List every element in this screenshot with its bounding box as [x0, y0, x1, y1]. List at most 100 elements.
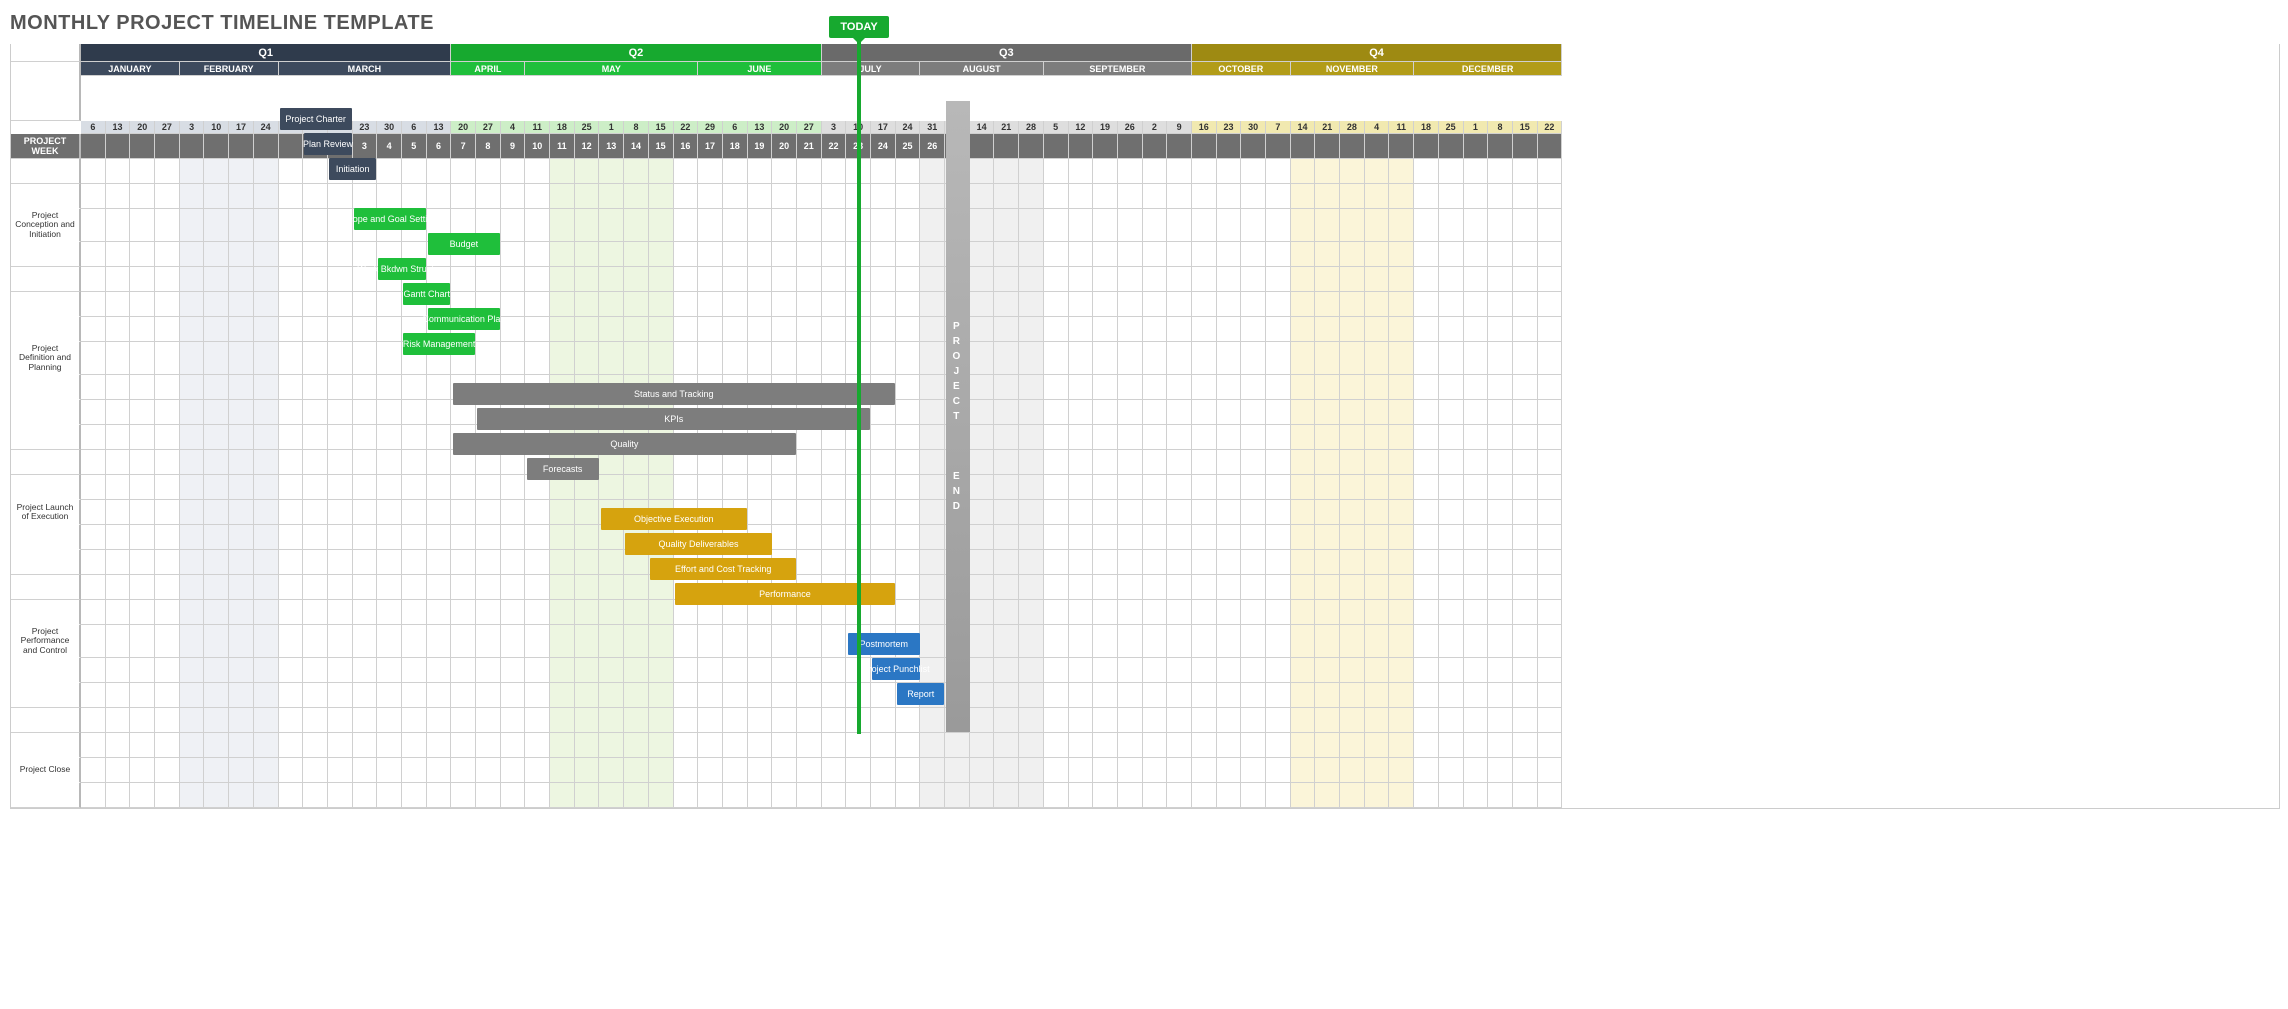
grid-cell — [1044, 758, 1069, 783]
grid-cell — [1340, 242, 1365, 267]
gantt-bar[interactable]: Quality Deliverables — [625, 533, 771, 555]
grid-cell — [1266, 500, 1291, 525]
grid-cell — [81, 242, 106, 267]
grid-cell — [155, 425, 180, 450]
grid-cell — [822, 317, 847, 342]
grid-cell — [377, 292, 402, 317]
grid-cell — [994, 375, 1019, 400]
grid-cell — [180, 425, 205, 450]
grid-cell — [920, 475, 945, 500]
grid-cell — [229, 159, 254, 184]
grid-cell — [476, 342, 501, 375]
grid-cell — [1044, 209, 1069, 242]
week-number-cell: 21 — [797, 134, 822, 159]
gantt-bar[interactable]: Effort and Cost Tracking — [650, 558, 796, 580]
grid-cell — [1389, 683, 1414, 708]
gantt-bar[interactable]: Forecasts — [527, 458, 599, 480]
grid-cell — [130, 733, 155, 758]
grid-cell — [1439, 242, 1464, 267]
gantt-bar[interactable]: Status and Tracking — [453, 383, 896, 405]
gantt-bar[interactable]: Work Bkdwn Structure — [378, 258, 425, 280]
grid-cell — [994, 317, 1019, 342]
grid-cell — [1439, 575, 1464, 600]
grid-cell — [1093, 475, 1118, 500]
grid-cell — [1266, 209, 1291, 242]
grid-cell — [698, 783, 723, 808]
gantt-bar[interactable]: Plan Review — [304, 133, 351, 155]
grid-cell — [1365, 600, 1390, 625]
grid-cell — [1217, 209, 1242, 242]
grid-cell — [649, 184, 674, 209]
grid-cell — [525, 625, 550, 658]
grid-cell — [501, 708, 526, 733]
grid-cell — [1241, 209, 1266, 242]
grid-cell — [698, 159, 723, 184]
grid-cell — [476, 575, 501, 600]
grid-cell — [1513, 450, 1538, 475]
grid-cell — [1291, 400, 1316, 425]
grid-cell — [427, 600, 452, 625]
date-header-cell: 31 — [920, 121, 945, 134]
grid-cell — [427, 375, 452, 400]
gantt-bar[interactable]: Initiation — [329, 158, 376, 180]
gantt-bar[interactable]: KPIs — [477, 408, 870, 430]
grid-cell — [994, 425, 1019, 450]
grid-cell — [451, 758, 476, 783]
grid-cell — [674, 342, 699, 375]
grid-cell — [476, 525, 501, 550]
gantt-bar[interactable]: Gantt Chart — [403, 283, 450, 305]
grid-cell — [155, 575, 180, 600]
gantt-bar[interactable]: Budget — [428, 233, 500, 255]
grid-cell — [1439, 475, 1464, 500]
grid-cell — [575, 525, 600, 550]
grid-cell — [1464, 575, 1489, 600]
grid-cell — [1019, 159, 1044, 184]
grid-cell — [303, 783, 328, 808]
grid-cell — [402, 184, 427, 209]
grid-cell — [451, 733, 476, 758]
gantt-bar[interactable]: Performance — [675, 583, 895, 605]
gantt-bar[interactable]: Communication Plan — [428, 308, 500, 330]
grid-cell — [1217, 400, 1242, 425]
grid-cell — [106, 575, 131, 600]
grid-cell — [1488, 575, 1513, 600]
grid-cell — [871, 267, 896, 292]
grid-cell — [994, 500, 1019, 525]
grid-cell — [920, 450, 945, 475]
grid-cell — [822, 209, 847, 242]
grid-cell — [1315, 375, 1340, 400]
grid-cell — [1118, 475, 1143, 500]
grid-cell — [723, 733, 748, 758]
grid-cell — [698, 475, 723, 500]
grid-cell — [303, 733, 328, 758]
grid-cell — [871, 450, 896, 475]
grid-cell — [1340, 450, 1365, 475]
grid-cell — [674, 708, 699, 733]
gantt-bar[interactable]: Scope and Goal Setting — [354, 208, 426, 230]
grid-cell — [1167, 475, 1192, 500]
grid-cell — [1291, 159, 1316, 184]
grid-cell — [550, 184, 575, 209]
grid-cell — [1464, 525, 1489, 550]
grid-cell — [1291, 425, 1316, 450]
phase-row-label — [11, 783, 81, 808]
grid-cell — [303, 159, 328, 184]
grid-cell — [896, 500, 921, 525]
grid-cell — [476, 783, 501, 808]
grid-cell — [1266, 625, 1291, 658]
grid-cell — [846, 733, 871, 758]
grid-cell — [1217, 184, 1242, 209]
gantt-bar[interactable]: Project Charter — [280, 108, 352, 130]
gantt-bar[interactable]: Quality — [453, 433, 797, 455]
gantt-bar[interactable]: Project Punchlist — [872, 658, 919, 680]
date-header-cell: 15 — [649, 121, 674, 134]
gantt-bar[interactable]: Report — [897, 683, 944, 705]
grid-cell — [698, 292, 723, 317]
grid-cell — [204, 625, 229, 658]
grid-cell — [1093, 375, 1118, 400]
grid-cell — [994, 733, 1019, 758]
gantt-bar[interactable]: Risk Management — [403, 333, 475, 355]
gantt-bar[interactable]: Objective Execution — [601, 508, 747, 530]
grid-cell — [1389, 292, 1414, 317]
grid-cell — [402, 683, 427, 708]
